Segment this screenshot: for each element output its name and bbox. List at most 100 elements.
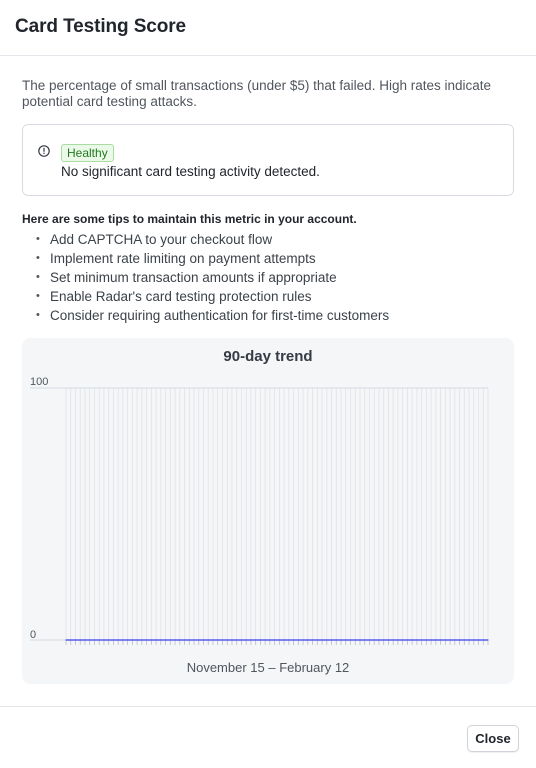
data-point <box>226 639 228 641</box>
data-point <box>79 639 81 641</box>
data-point <box>160 639 162 641</box>
data-point <box>435 639 437 641</box>
list-item: Set minimum transaction amounts if appro… <box>36 268 389 287</box>
data-point <box>321 639 323 641</box>
data-point <box>240 639 243 641</box>
data-point <box>364 639 366 641</box>
data-point <box>198 639 200 641</box>
data-point <box>255 639 257 641</box>
list-item: Consider requiring authentication for fi… <box>36 306 389 325</box>
data-point <box>174 639 176 641</box>
data-point <box>245 639 247 641</box>
list-item: Enable Radar's card testing protection r… <box>36 287 389 306</box>
list-item: Add CAPTCHA to your checkout flow <box>36 230 389 249</box>
data-point <box>278 639 280 641</box>
data-point <box>264 639 266 641</box>
data-point <box>231 639 233 641</box>
metric-description: The percentage of small transactions (un… <box>22 78 492 109</box>
data-point <box>179 639 181 641</box>
data-point <box>202 639 205 641</box>
data-point <box>84 639 86 641</box>
data-point <box>330 639 333 641</box>
data-point <box>93 639 96 641</box>
tips-list: Add CAPTCHA to your checkout flow Implem… <box>36 230 389 325</box>
data-point <box>150 639 152 641</box>
data-point <box>283 639 285 641</box>
status-badge: Healthy <box>61 144 114 162</box>
data-point <box>383 639 385 641</box>
data-point <box>354 639 356 641</box>
data-point <box>411 639 413 641</box>
data-point <box>326 639 328 641</box>
data-point <box>274 639 276 641</box>
data-point <box>439 639 442 641</box>
data-point <box>378 639 380 641</box>
data-point <box>164 639 167 641</box>
y-tick-label: 0 <box>30 629 36 641</box>
data-point <box>74 639 77 641</box>
data-point <box>146 639 148 641</box>
tips-heading: Here are some tips to maintain this metr… <box>22 212 357 226</box>
data-point <box>406 639 408 641</box>
data-point <box>269 639 271 641</box>
data-point <box>122 639 124 641</box>
modal-title: Card Testing Score <box>15 16 186 37</box>
data-point <box>397 639 399 641</box>
data-point <box>307 639 309 641</box>
data-point <box>188 639 190 641</box>
data-point <box>70 639 72 641</box>
data-point <box>387 639 390 641</box>
data-point <box>292 639 295 641</box>
data-point <box>98 639 100 641</box>
data-point <box>297 639 299 641</box>
list-item: Implement rate limiting on payment attem… <box>36 249 389 268</box>
data-point <box>316 639 318 641</box>
data-point <box>373 639 375 641</box>
data-point <box>458 639 461 641</box>
data-point <box>155 639 157 641</box>
data-point <box>207 639 209 641</box>
data-point <box>392 639 394 641</box>
close-button[interactable]: Close <box>467 725 519 752</box>
data-point <box>430 639 432 641</box>
data-point <box>345 639 347 641</box>
data-point <box>217 639 219 641</box>
data-point <box>421 639 423 641</box>
data-point <box>473 639 475 641</box>
trend-chart-card: 90-day trend 100 0 November 15 – Februar… <box>22 338 514 684</box>
data-point <box>259 639 262 641</box>
data-point <box>449 639 451 641</box>
y-tick-label: 100 <box>30 376 48 388</box>
data-point <box>482 639 484 641</box>
data-point <box>193 639 195 641</box>
data-point <box>221 639 224 641</box>
data-point <box>212 639 214 641</box>
chart-series <box>65 639 489 641</box>
data-point <box>463 639 465 641</box>
data-point <box>136 639 138 641</box>
data-point <box>141 639 143 641</box>
data-point <box>108 639 110 641</box>
modal-header: Card Testing Score <box>0 0 536 56</box>
data-point <box>468 639 470 641</box>
data-point <box>131 639 133 641</box>
data-point <box>127 639 129 641</box>
data-point <box>335 639 337 641</box>
data-point <box>183 639 186 641</box>
data-point <box>302 639 304 641</box>
alert-circle-icon <box>38 145 50 157</box>
data-point <box>444 639 446 641</box>
data-point <box>117 639 119 641</box>
data-point <box>250 639 252 641</box>
status-panel: Healthy No significant card testing acti… <box>22 124 514 196</box>
data-point <box>288 639 290 641</box>
trend-chart: 100 0 <box>30 376 489 645</box>
data-point <box>112 639 115 641</box>
data-point <box>425 639 427 641</box>
data-point <box>359 639 361 641</box>
data-point <box>236 639 238 641</box>
x-axis-range-label: November 15 – February 12 <box>186 660 350 675</box>
modal-footer: Close <box>0 706 536 768</box>
status-message: No significant card testing activity det… <box>61 164 320 179</box>
data-point <box>349 639 352 641</box>
